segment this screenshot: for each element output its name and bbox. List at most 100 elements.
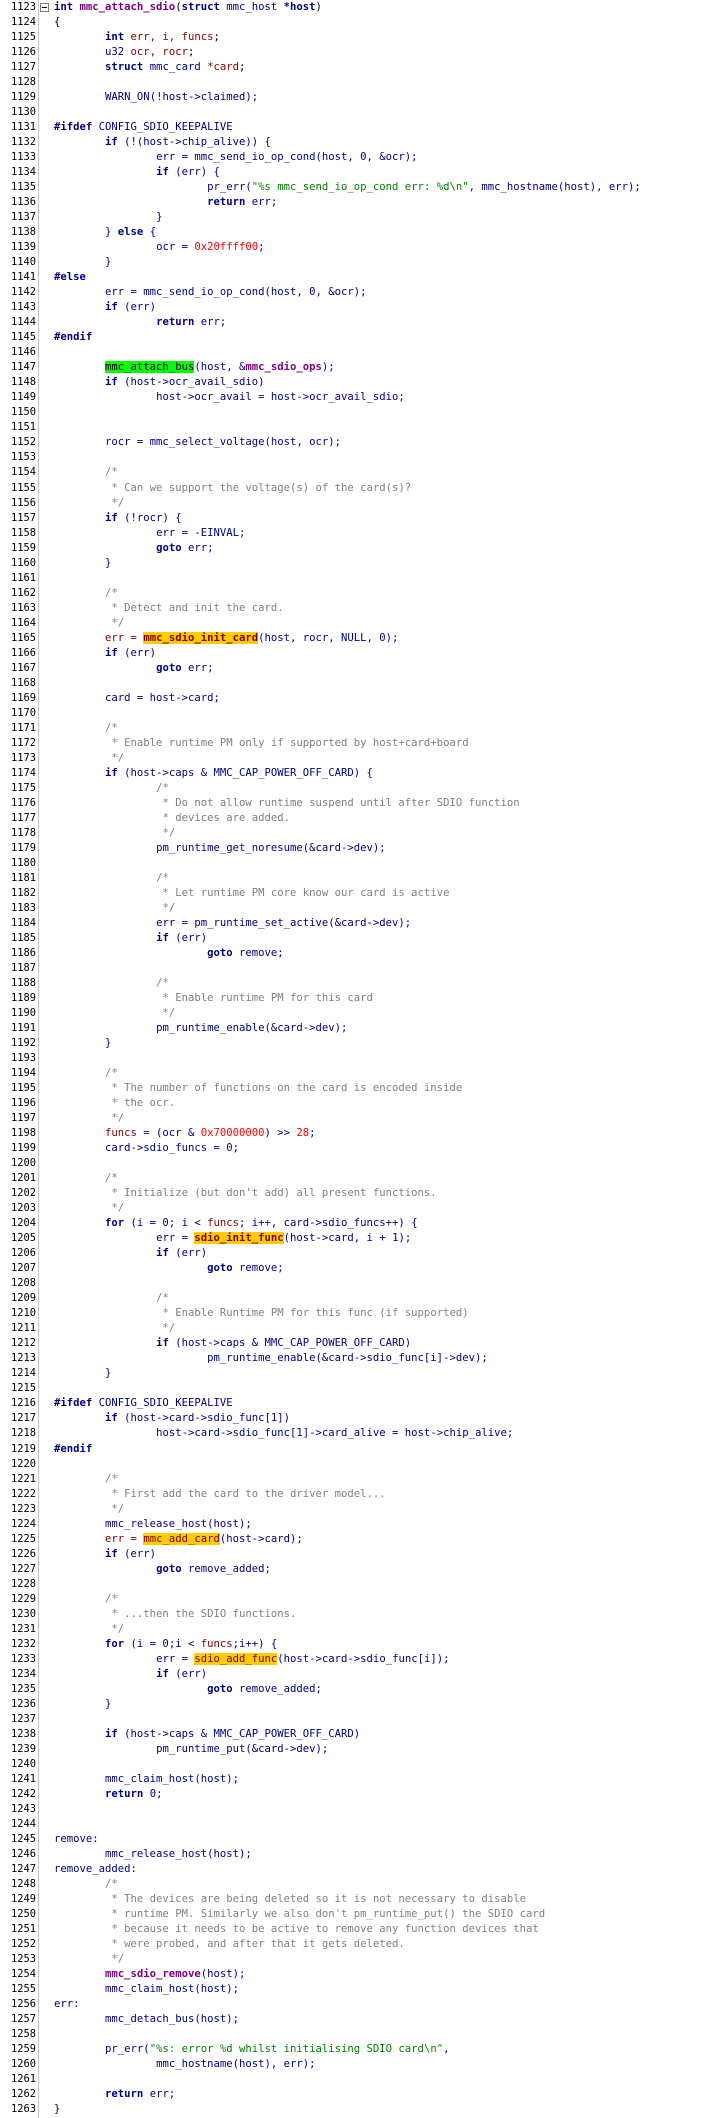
code-line: 1132 if (!(host->chip_alive)) {: [0, 135, 704, 150]
line-text: pm_runtime_enable(&card->sdio_func[i]->d…: [54, 1351, 488, 1366]
line-number: 1143: [10, 301, 36, 314]
code-line: 1251 * because it needs to be active to …: [0, 1922, 704, 1937]
code-line: 1151: [0, 420, 704, 435]
line-text: host->card->sdio_func[1]->card_alive = h…: [54, 1426, 513, 1441]
code-line: 1191 pm_runtime_enable(&card->dev);: [0, 1021, 704, 1036]
code-area[interactable]: 1123 int mmc_attach_sdio(struct mmc_host …: [0, 0, 704, 2117]
line-number: 1228: [10, 1577, 36, 1590]
line-number: 1160: [10, 556, 36, 569]
code-token: *card: [207, 61, 239, 74]
code-token: #endif: [54, 1442, 93, 1455]
code-token: return: [156, 316, 201, 329]
line-text: * Enable Runtime PM for this func (if su…: [54, 1306, 468, 1321]
line-number: 1191: [10, 1022, 36, 1035]
code-token: * The number of functions on the card is…: [105, 1082, 463, 1095]
code-line: 1245 remove:: [0, 1832, 704, 1847]
code-line: 1203 */: [0, 1201, 704, 1216]
code-editor[interactable]: 1123 int mmc_attach_sdio(struct mmc_host …: [0, 0, 704, 2118]
code-token: goto: [207, 946, 239, 959]
code-token: pr_err(: [207, 181, 252, 194]
line-number: 1190: [10, 1007, 36, 1020]
code-token: (err): [124, 301, 157, 314]
code-line: 1252 * were probed, and after that it ge…: [0, 1937, 704, 1952]
code-line: 1128: [0, 75, 704, 90]
fold-toggle-icon[interactable]: [40, 3, 49, 12]
line-text: mmc_release_host(host);: [54, 1517, 252, 1532]
line-number: 1254: [10, 1968, 36, 1981]
code-line: 1161: [0, 571, 704, 586]
code-token: /*: [105, 466, 118, 479]
code-token: if: [156, 166, 176, 179]
code-line: 1126 u32 ocr, rocr;: [0, 45, 704, 60]
line-number: 1242: [10, 1787, 36, 1800]
line-text: goto err;: [54, 661, 213, 676]
line-number: 1247: [10, 1862, 36, 1875]
code-token: if: [156, 1337, 176, 1350]
line-number: 1256: [10, 1998, 36, 2011]
code-token: ): [315, 1, 322, 13]
code-line: 1229 /*: [0, 1592, 704, 1607]
code-line: 1225 err = mmc_add_card(host->card);: [0, 1532, 704, 1547]
line-text: * Detect and init the card.: [54, 601, 283, 616]
code-line: 1188 /*: [0, 976, 704, 991]
line-number: 1163: [10, 601, 36, 614]
line-number: 1189: [10, 992, 36, 1005]
code-token: #else: [54, 271, 86, 284]
line-number: 1140: [10, 256, 36, 269]
line-number: 1174: [10, 766, 36, 779]
line-text: mmc_detach_bus(host);: [54, 2012, 239, 2027]
code-token: err;: [251, 196, 278, 209]
code-line: 1169 card = host->card;: [0, 691, 704, 706]
code-line: 1259 pr_err("%s: error %d whilst initial…: [0, 2042, 704, 2057]
code-token: #endif: [54, 331, 93, 344]
code-token: if: [105, 1727, 125, 1740]
code-token: */: [156, 1007, 176, 1020]
line-text: /*: [54, 1291, 169, 1306]
code-token: mmc_host: [226, 1, 284, 13]
line-number: 1153: [10, 451, 36, 464]
code-line: 1147 mmc_attach_bus(host, &mmc_sdio_ops)…: [0, 360, 704, 375]
line-number: 1135: [10, 181, 36, 194]
code-line: 1125 int err, i, funcs;: [0, 30, 704, 45]
code-line: 1240: [0, 1757, 704, 1772]
line-text: */: [54, 826, 175, 841]
code-token: * Let runtime PM core know our card is a…: [156, 886, 450, 899]
line-text: #ifdef CONFIG_SDIO_KEEPALIVE: [54, 1396, 233, 1411]
code-token: funcs: [105, 1127, 137, 1140]
code-token: remove;: [238, 946, 284, 959]
code-token: err;: [200, 316, 227, 329]
line-text: /*: [54, 1592, 118, 1607]
line-text: goto err;: [54, 541, 213, 556]
code-token: }: [54, 2103, 61, 2116]
line-text: /*: [54, 1171, 118, 1186]
code-line: 1237: [0, 1712, 704, 1727]
line-number: 1186: [10, 946, 36, 959]
line-number: 1165: [10, 631, 36, 644]
code-token: }: [105, 556, 112, 569]
code-line: 1165 err = mmc_sdio_init_card(host, rocr…: [0, 631, 704, 646]
code-token: ) >>: [264, 1127, 297, 1140]
code-token: /*: [105, 1172, 118, 1185]
code-token: (err): [175, 1247, 208, 1260]
code-token: ocr =: [156, 241, 195, 254]
code-token: */: [156, 1322, 176, 1335]
code-line: 1216 #ifdef CONFIG_SDIO_KEEPALIVE: [0, 1396, 704, 1411]
code-token: ) {: [353, 766, 373, 779]
